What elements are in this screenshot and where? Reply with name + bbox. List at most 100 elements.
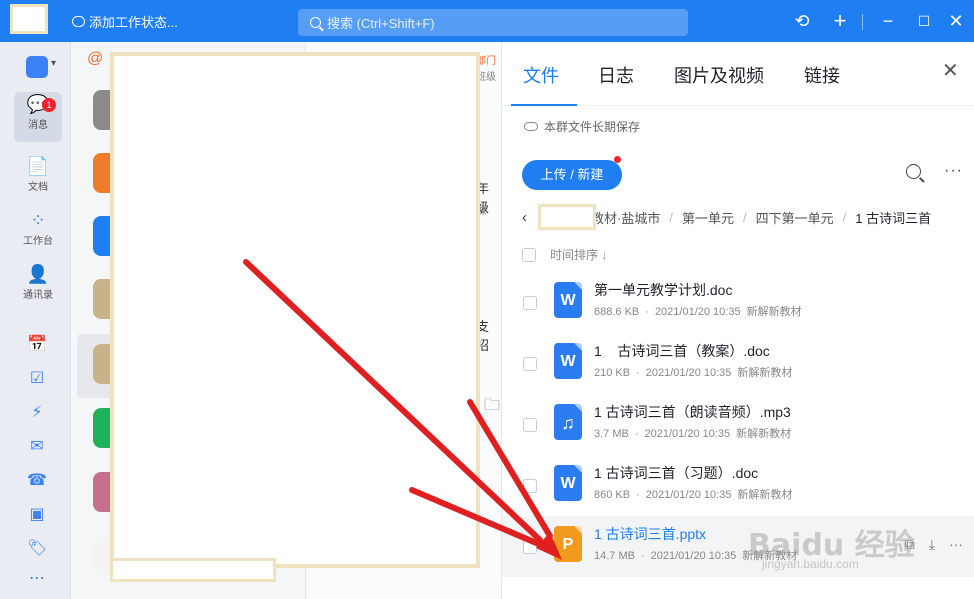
back-chevron-icon[interactable]: ‹ bbox=[522, 209, 527, 226]
tab-logs[interactable]: 日志 bbox=[598, 62, 634, 88]
nav-contacts-label: 通讯录 bbox=[23, 290, 53, 301]
file-name[interactable]: 1 古诗词三首（教案）.doc bbox=[594, 341, 770, 361]
notification-dot bbox=[614, 156, 621, 163]
file-owner: 新解新教材 bbox=[746, 306, 802, 318]
file-size: 860 KB bbox=[594, 489, 631, 501]
nav-docs[interactable]: 📄 文档 bbox=[14, 154, 62, 204]
breadcrumb-separator: / bbox=[669, 210, 673, 225]
breadcrumb-item[interactable]: 四下第一单元 bbox=[756, 208, 834, 227]
word-file-icon: W bbox=[554, 282, 582, 318]
word-file-icon: W bbox=[554, 465, 582, 501]
breadcrumb-separator: / bbox=[842, 210, 847, 225]
divider bbox=[862, 14, 863, 30]
more-icon[interactable]: ··· bbox=[949, 536, 963, 553]
mention-icon[interactable]: @ bbox=[87, 50, 103, 68]
apps-grid-icon[interactable] bbox=[26, 56, 56, 78]
file-row[interactable]: W 第一单元教学计划.doc 688.6 KB · 2021/01/20 10:35… bbox=[502, 272, 974, 333]
more-options-icon[interactable]: ··· bbox=[944, 162, 963, 180]
file-name[interactable]: 第一单元教学计划.doc bbox=[594, 280, 732, 300]
box-icon[interactable]: ▣ bbox=[27, 504, 47, 524]
redacted-region bbox=[538, 204, 596, 230]
file-size: 210 KB bbox=[594, 367, 631, 379]
file-checkbox[interactable] bbox=[523, 357, 537, 371]
tab-files[interactable]: 文件 bbox=[523, 62, 559, 88]
left-navigation: 💬 消息 1 📄 文档 ⁘ 工作台 👤 通讯录 📅 ☑ ⚡ ✉ ☎ ▣ 🏷 ⋯ bbox=[0, 42, 71, 599]
upload-new-button[interactable]: 上传 / 新建 bbox=[522, 160, 622, 190]
minimize-icon[interactable]: − bbox=[878, 11, 898, 31]
nav-messages-label: 消息 bbox=[28, 120, 48, 131]
file-meta: 3.7 MB · 2021/01/20 10:35 新解新教材 bbox=[594, 425, 797, 441]
maximize-icon[interactable]: ☐ bbox=[914, 11, 934, 31]
meta-dot: · bbox=[636, 489, 640, 501]
panel-tabs: 文件 日志 图片及视频 链接 ✕ bbox=[502, 42, 974, 106]
folder-icon[interactable]: 🗀 bbox=[484, 394, 500, 421]
file-row[interactable]: ♫ 1 古诗词三首（朗读音频）.mp3 3.7 MB · 2021/01/20 10… bbox=[502, 394, 974, 455]
meta-dot: · bbox=[640, 550, 645, 562]
file-time: 2021/01/20 10:35 bbox=[645, 489, 732, 501]
file-size: 688.6 KB bbox=[594, 306, 640, 318]
breadcrumb-item[interactable]: 第一单元 bbox=[682, 208, 734, 227]
file-time: 2021/01/20 10:35 bbox=[645, 367, 732, 379]
search-icon bbox=[310, 17, 321, 28]
sort-by-time[interactable]: 时间排序 ↓ bbox=[550, 246, 607, 263]
file-checkbox[interactable] bbox=[523, 296, 537, 310]
flash-icon[interactable]: ⚡ bbox=[27, 402, 47, 422]
global-search-input[interactable]: 搜索 (Ctrl+Shift+F) bbox=[298, 9, 688, 36]
tab-links[interactable]: 链接 bbox=[804, 62, 840, 88]
file-row[interactable]: W 1 古诗词三首（教案）.doc 210 KB · 2021/01/20 10:3… bbox=[502, 333, 974, 394]
app-logo bbox=[10, 4, 48, 34]
chat-bubble-icon bbox=[72, 16, 85, 27]
meta-dot: · bbox=[636, 367, 640, 379]
file-checkbox[interactable] bbox=[523, 479, 537, 493]
file-meta: 688.6 KB · 2021/01/20 10:35 新解新教材 bbox=[594, 303, 808, 319]
search-placeholder: 搜索 (Ctrl+Shift+F) bbox=[327, 16, 435, 31]
redacted-region bbox=[110, 52, 480, 568]
nav-docs-label: 文档 bbox=[28, 182, 48, 193]
nav-workbench-label: 工作台 bbox=[23, 236, 53, 247]
storage-note: 本群文件长期保存 bbox=[524, 118, 640, 135]
file-row[interactable]: W 1 古诗词三首（习题）.doc 860 KB · 2021/01/20 10:3… bbox=[502, 455, 974, 516]
download-icon[interactable]: ⤓ bbox=[929, 536, 935, 553]
tab-media[interactable]: 图片及视频 bbox=[674, 62, 764, 88]
file-name[interactable]: 1 古诗词三首（朗读音频）.mp3 bbox=[594, 402, 791, 422]
workbench-icon: ⁘ bbox=[30, 210, 46, 230]
file-checkbox[interactable] bbox=[523, 418, 537, 432]
file-size: 14.7 MB bbox=[594, 550, 635, 562]
search-icon[interactable] bbox=[906, 164, 921, 179]
more-icon[interactable]: ⋯ bbox=[27, 568, 47, 588]
tag-icon[interactable]: 🏷 bbox=[27, 538, 47, 558]
breadcrumb-separator: / bbox=[742, 210, 747, 225]
file-size: 3.7 MB bbox=[594, 428, 629, 440]
redacted-region bbox=[110, 558, 276, 582]
meta-dot: · bbox=[645, 306, 649, 318]
select-all-checkbox[interactable] bbox=[522, 247, 536, 262]
calendar-icon[interactable]: 📅 bbox=[27, 334, 47, 354]
phone-icon[interactable]: ☎ bbox=[27, 470, 47, 490]
audio-file-icon: ♫ bbox=[554, 404, 582, 440]
file-name[interactable]: 1 古诗词三首（习题）.doc bbox=[594, 463, 758, 483]
nav-workbench[interactable]: ⁘ 工作台 bbox=[14, 208, 62, 258]
sort-row: 时间排序 ↓ bbox=[522, 246, 607, 263]
title-bar: 添加工作状态... 搜索 (Ctrl+Shift+F) ⟲ + − ☐ ✕ bbox=[0, 0, 974, 42]
close-window-icon[interactable]: ✕ bbox=[946, 11, 966, 31]
breadcrumb-item[interactable]: 教材·盐城市 bbox=[591, 208, 660, 227]
file-meta: 860 KB · 2021/01/20 10:35 新解新教材 bbox=[594, 486, 798, 502]
add-icon[interactable]: + bbox=[830, 10, 850, 32]
nav-messages[interactable]: 💬 消息 1 bbox=[14, 92, 62, 142]
file-name[interactable]: 1 古诗词三首.pptx bbox=[594, 524, 706, 544]
work-status-label: 添加工作状态... bbox=[89, 15, 178, 30]
todo-icon[interactable]: ☑ bbox=[27, 368, 47, 388]
work-status-button[interactable]: 添加工作状态... bbox=[72, 12, 178, 31]
file-owner: 新解新教材 bbox=[737, 489, 793, 501]
file-time: 2021/01/20 10:35 bbox=[650, 550, 737, 562]
active-tab-indicator bbox=[511, 104, 577, 106]
file-meta: 210 KB · 2021/01/20 10:35 新解新教材 bbox=[594, 364, 798, 380]
nav-contacts[interactable]: 👤 通讯录 bbox=[14, 262, 62, 312]
word-file-icon: W bbox=[554, 343, 582, 379]
history-icon[interactable]: ⟲ bbox=[792, 11, 812, 31]
close-panel-icon[interactable]: ✕ bbox=[942, 58, 959, 83]
file-checkbox[interactable] bbox=[523, 540, 537, 554]
mail-icon[interactable]: ✉ bbox=[27, 436, 47, 456]
group-files-panel: 文件 日志 图片及视频 链接 ✕ 本群文件长期保存 上传 / 新建 ··· ‹ … bbox=[501, 42, 974, 599]
unread-badge: 1 bbox=[42, 98, 56, 112]
